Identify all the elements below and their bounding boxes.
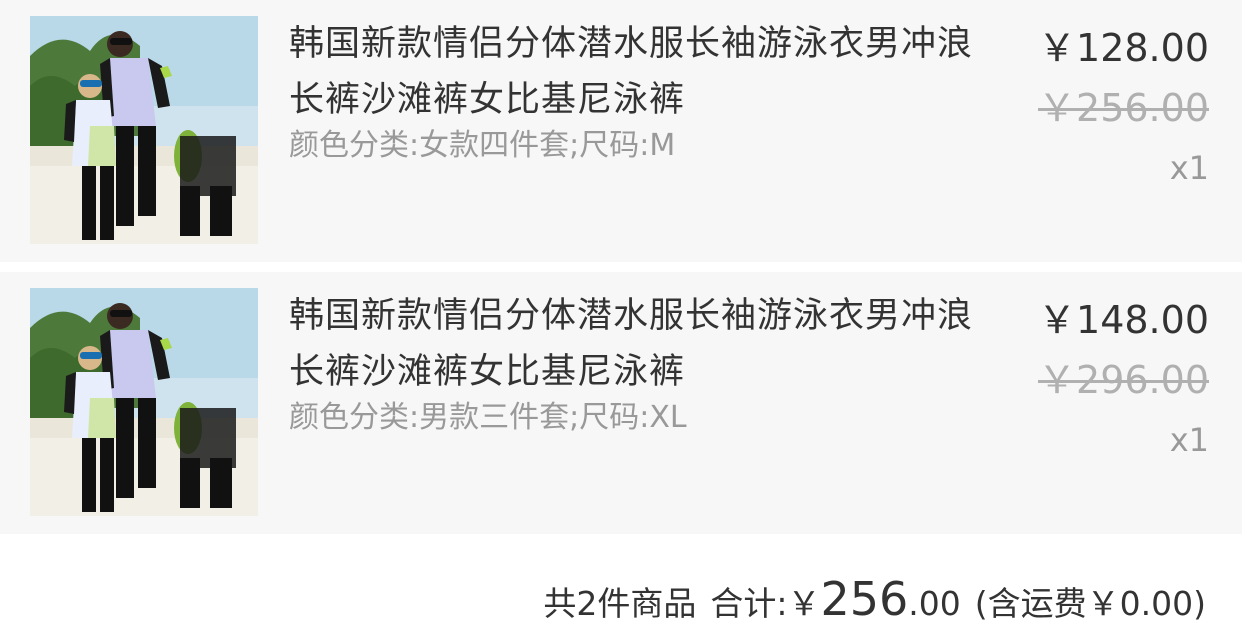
product-thumbnail[interactable] (30, 288, 258, 516)
product-title[interactable]: 韩国新款情侣分体潜水服长袖游泳衣男冲浪长裤沙滩裤女比基尼泳裤 (289, 288, 979, 400)
product-quantity: x1 (1169, 149, 1209, 187)
product-sku: 颜色分类:女款四件套;尺码:M (289, 128, 676, 163)
total-amount-integer: 256 (820, 572, 909, 626)
total-label: 合计: (710, 584, 788, 623)
total-currency: ￥ (787, 584, 821, 623)
product-original-price: ￥256.00 (1038, 86, 1209, 130)
shipping-fee: (含运费￥0.00) (974, 584, 1206, 623)
order-summary: 共2件商品 合计: ￥ 256 .00 (含运费￥0.00) (543, 572, 1206, 628)
order-item[interactable]: 韩国新款情侣分体潜水服长袖游泳衣男冲浪长裤沙滩裤女比基尼泳裤 颜色分类:女款四件… (0, 0, 1242, 262)
item-count: 共2件商品 (543, 584, 697, 623)
product-sku: 颜色分类:男款三件套;尺码:XL (289, 400, 687, 435)
order-list: 韩国新款情侣分体潜水服长袖游泳衣男冲浪长裤沙滩裤女比基尼泳裤 颜色分类:女款四件… (0, 0, 1242, 629)
order-item[interactable]: 韩国新款情侣分体潜水服长袖游泳衣男冲浪长裤沙滩裤女比基尼泳裤 颜色分类:男款三件… (0, 272, 1242, 534)
product-quantity: x1 (1169, 421, 1209, 459)
product-original-price: ￥296.00 (1038, 358, 1209, 402)
product-photo-icon (30, 16, 258, 244)
product-thumbnail[interactable] (30, 16, 258, 244)
product-price: ￥148.00 (1038, 298, 1209, 342)
product-photo-icon (30, 288, 258, 516)
product-price: ￥128.00 (1038, 26, 1209, 70)
product-title[interactable]: 韩国新款情侣分体潜水服长袖游泳衣男冲浪长裤沙滩裤女比基尼泳裤 (289, 16, 979, 128)
total-amount-decimal: .00 (908, 584, 961, 623)
